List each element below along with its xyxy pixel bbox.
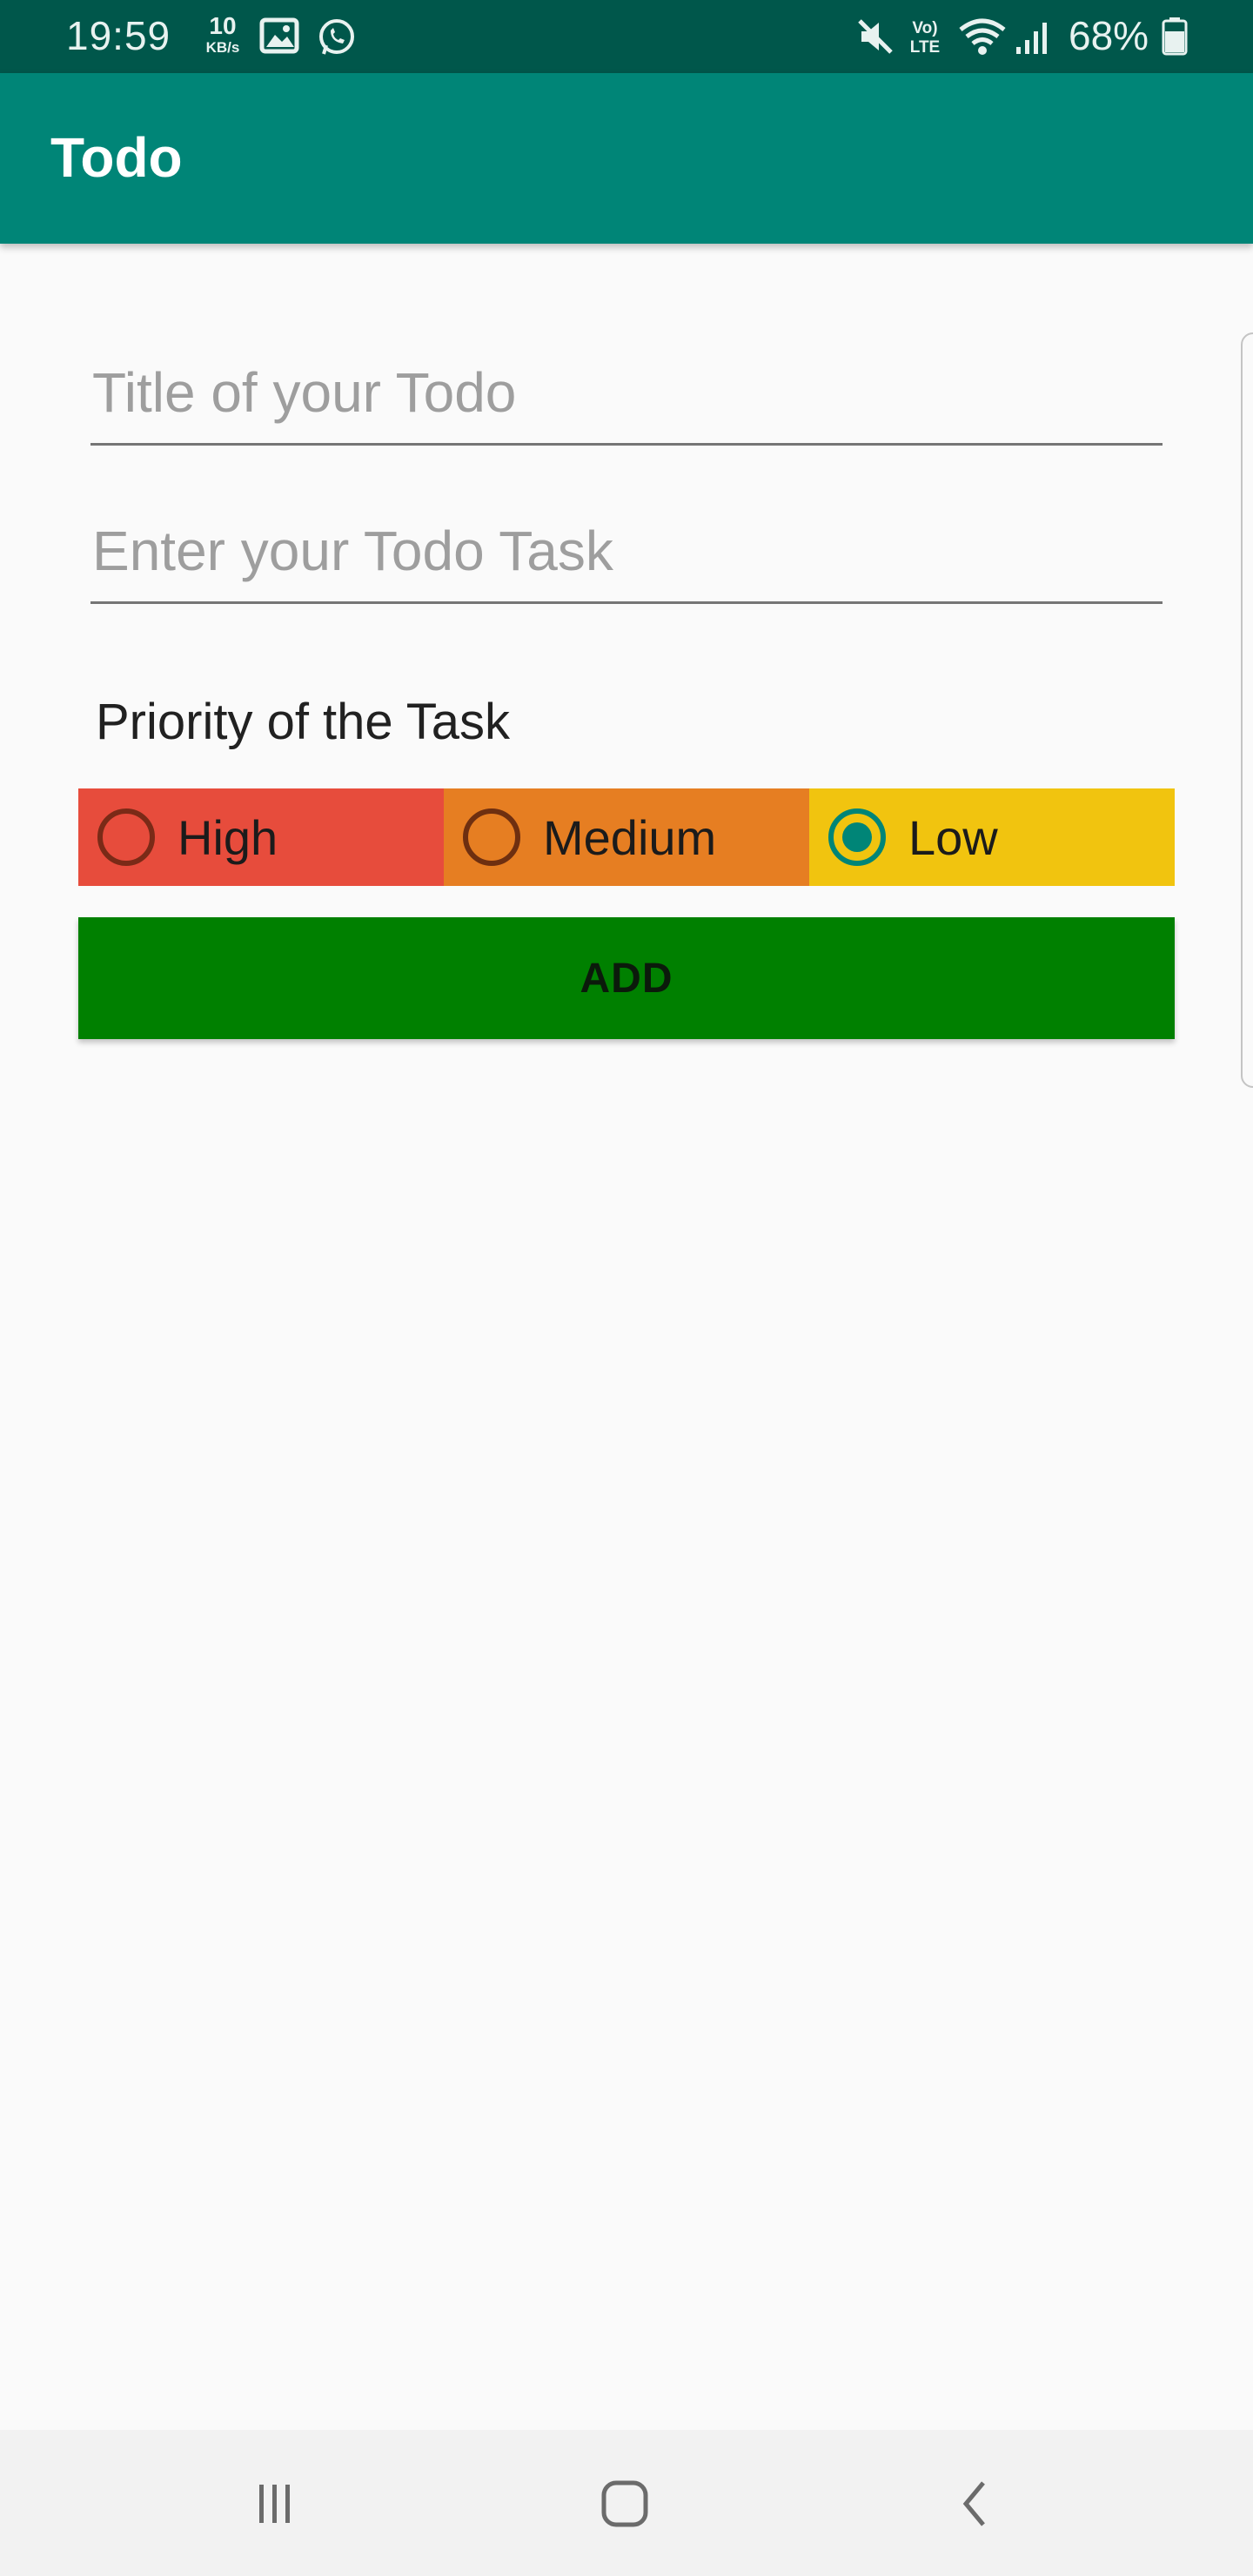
priority-high-label: High [178, 809, 278, 865]
todo-title-input[interactable] [90, 341, 1163, 446]
radio-checked-icon[interactable] [828, 808, 886, 866]
network-speed-value: 10 [209, 12, 237, 39]
priority-radio-group: High Medium Low [78, 788, 1175, 886]
app-bar: Todo [0, 73, 1253, 244]
priority-option-low[interactable]: Low [809, 788, 1175, 886]
app-title: Todo [50, 126, 183, 189]
scroll-edge-indicator [1241, 332, 1253, 1088]
battery-icon [1161, 16, 1189, 60]
signal-icon [1013, 17, 1053, 62]
status-time: 19:59 [66, 13, 171, 58]
wifi-icon [957, 17, 1008, 62]
whatsapp-icon [317, 17, 357, 62]
status-bar: 19:59 10 KB/s Vo) LTE 68% [0, 0, 1253, 73]
svg-text:LTE: LTE [910, 38, 940, 56]
network-speed-unit: KB/s [205, 39, 240, 56]
back-icon [962, 2481, 985, 2526]
volte-icon: Vo) LTE [905, 16, 945, 60]
network-speed: 10 KB/s [198, 12, 247, 56]
priority-option-high[interactable]: High [78, 788, 444, 886]
todo-task-input[interactable] [90, 500, 1163, 604]
home-icon [601, 2480, 648, 2527]
radio-unchecked-icon[interactable] [463, 808, 520, 866]
recent-apps-icon [259, 2485, 290, 2523]
back-button[interactable] [924, 2465, 1029, 2543]
priority-low-label: Low [908, 809, 998, 865]
priority-label: Priority of the Task [96, 694, 511, 750]
priority-option-medium[interactable]: Medium [444, 788, 809, 886]
mute-icon [856, 17, 895, 60]
radio-unchecked-icon[interactable] [97, 808, 155, 866]
battery-percent: 68% [1069, 13, 1149, 58]
recent-apps-button[interactable] [223, 2465, 327, 2543]
priority-medium-label: Medium [543, 809, 717, 865]
image-icon [259, 17, 299, 58]
svg-text:Vo): Vo) [912, 19, 937, 37]
add-button[interactable]: ADD [78, 917, 1175, 1039]
home-button[interactable] [573, 2465, 677, 2543]
navigation-bar [0, 2430, 1253, 2576]
